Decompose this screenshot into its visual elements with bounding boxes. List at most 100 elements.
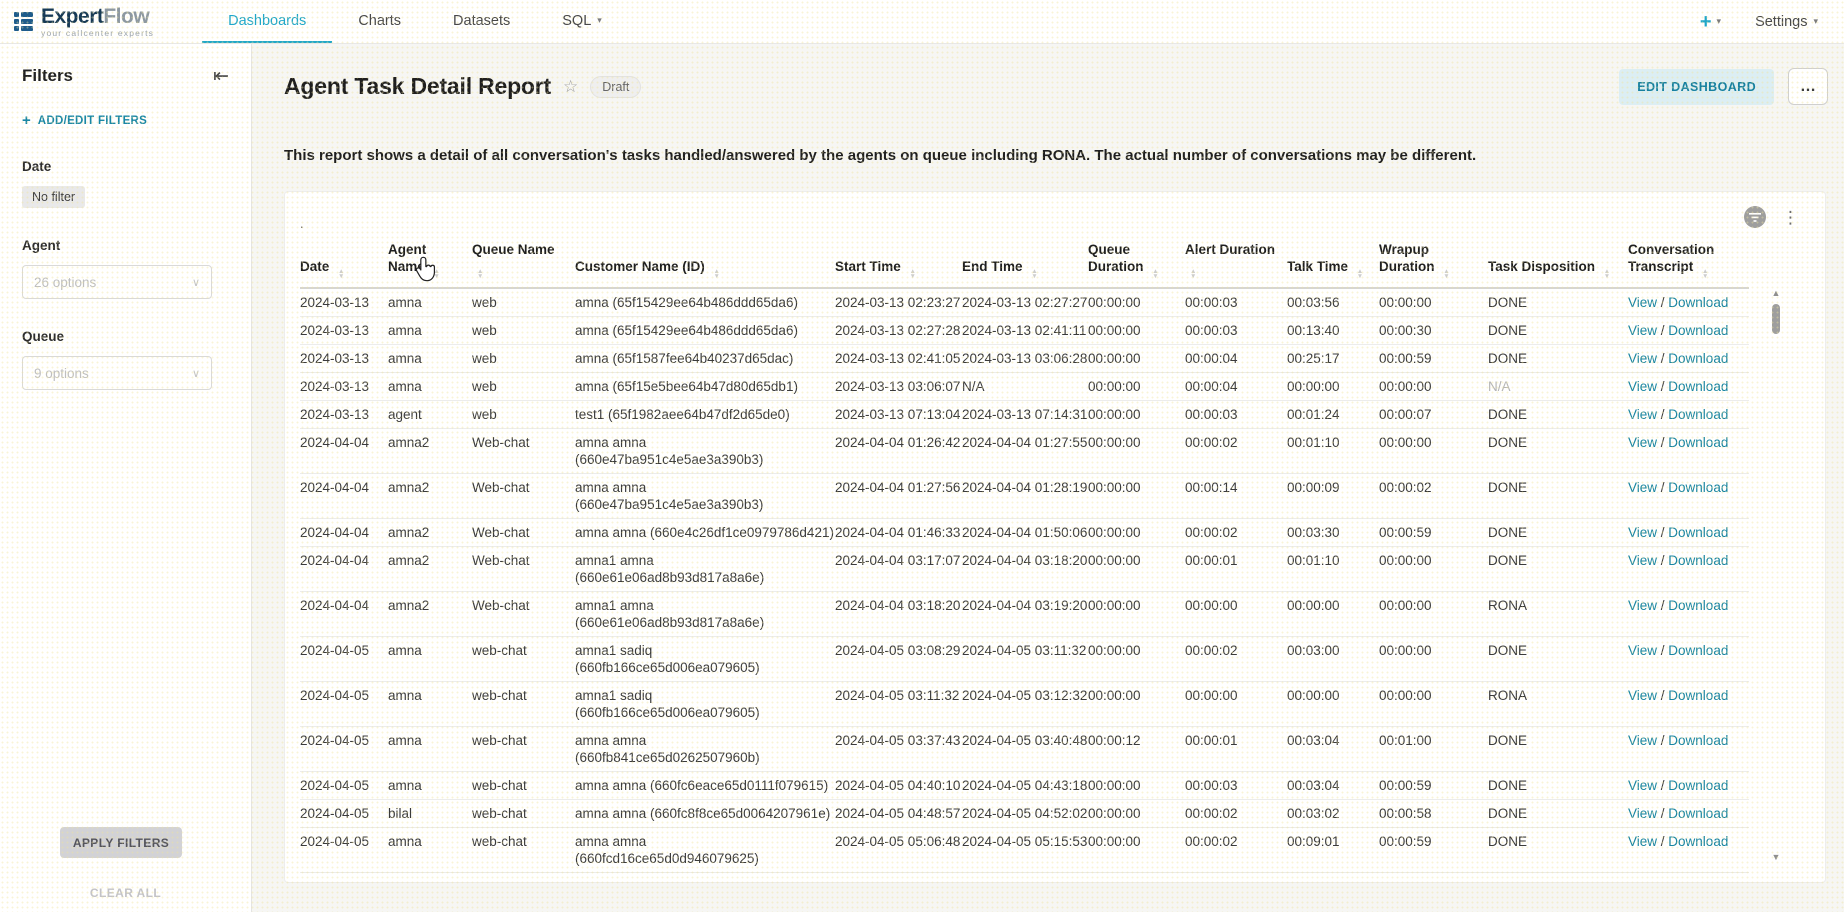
view-transcript-link[interactable]: View xyxy=(1628,323,1657,338)
chart-menu-button[interactable]: ⋮ xyxy=(1782,209,1799,226)
wrapup-duration-cell: 00:00:30 xyxy=(1379,317,1488,345)
apply-filters-button[interactable]: APPLY FILTERS xyxy=(60,827,182,858)
new-item-button[interactable]: + ▾ xyxy=(1700,12,1721,32)
tab-datasets[interactable]: Datasets xyxy=(427,0,536,43)
download-transcript-link[interactable]: Download xyxy=(1668,295,1728,310)
view-transcript-link[interactable]: View xyxy=(1628,733,1657,748)
column-header-queue-duration[interactable]: Queue Duration ▲▼ xyxy=(1088,235,1185,288)
view-transcript-link[interactable]: View xyxy=(1628,598,1657,613)
column-header-alert-duration[interactable]: Alert Duration ▲▼ xyxy=(1185,235,1287,288)
download-transcript-link[interactable]: Download xyxy=(1668,733,1728,748)
download-transcript-link[interactable]: Download xyxy=(1668,407,1728,422)
filter-indicator-icon[interactable] xyxy=(1744,206,1766,228)
column-header-conversation-transcript[interactable]: Conversation Transcript ▲▼ xyxy=(1628,235,1749,288)
column-header-talk-time[interactable]: Talk Time ▲▼ xyxy=(1287,235,1379,288)
download-transcript-link[interactable]: Download xyxy=(1668,323,1728,338)
queue-filter-select[interactable]: 9 options ∨ xyxy=(22,356,212,390)
date-cell: 2024-03-13 xyxy=(300,373,388,401)
start-time-cell: 2024-04-04 03:17:07 xyxy=(835,547,962,592)
agent-filter-select[interactable]: 26 options ∨ xyxy=(22,265,212,299)
view-transcript-link[interactable]: View xyxy=(1628,480,1657,495)
download-transcript-link[interactable]: Download xyxy=(1668,598,1728,613)
column-header-agent-name[interactable]: Agent Name ▲▼ xyxy=(388,235,472,288)
download-transcript-link[interactable]: Download xyxy=(1668,525,1728,540)
download-transcript-link[interactable]: Download xyxy=(1668,379,1728,394)
more-options-button[interactable]: … xyxy=(1788,68,1828,105)
view-transcript-link[interactable]: View xyxy=(1628,379,1657,394)
plus-icon: + xyxy=(22,112,31,129)
view-transcript-link[interactable]: View xyxy=(1628,351,1657,366)
download-transcript-link[interactable]: Download xyxy=(1668,688,1728,703)
download-transcript-link[interactable]: Download xyxy=(1668,351,1728,366)
start-time-cell: 2024-04-05 04:40:10 xyxy=(835,772,962,800)
column-header-date[interactable]: Date ▲▼ xyxy=(300,235,388,288)
customer-cell: amna (65f15e5bee64b47d80d65db1) xyxy=(575,373,835,401)
favorite-star-icon[interactable]: ☆ xyxy=(563,77,578,97)
download-transcript-link[interactable]: Download xyxy=(1668,643,1728,658)
queue-cell: web xyxy=(472,317,575,345)
queue-cell: web xyxy=(472,373,575,401)
date-cell: 2024-04-04 xyxy=(300,592,388,637)
view-transcript-link[interactable]: View xyxy=(1628,407,1657,422)
add-edit-filters-button[interactable]: + ADD/EDIT FILTERS xyxy=(22,112,229,129)
queue-cell: web xyxy=(472,288,575,317)
customer-cell: amna1 sadiq(660fb166ce65d006ea079605) xyxy=(575,637,835,682)
view-transcript-link[interactable]: View xyxy=(1628,688,1657,703)
column-label: Alert Duration xyxy=(1185,242,1275,257)
column-header-start-time[interactable]: Start Time ▲▼ xyxy=(835,235,962,288)
column-header-queue-name[interactable]: Queue Name ▲▼ xyxy=(472,235,575,288)
column-header-wrapup-duration[interactable]: Wrapup Duration ▲▼ xyxy=(1379,235,1488,288)
edit-dashboard-button[interactable]: EDIT DASHBOARD xyxy=(1619,69,1774,105)
view-transcript-link[interactable]: View xyxy=(1628,834,1657,849)
download-transcript-link[interactable]: Download xyxy=(1668,480,1728,495)
view-transcript-link[interactable]: View xyxy=(1628,435,1657,450)
scroll-up-icon[interactable]: ▲ xyxy=(1769,288,1783,298)
dashboard-header: Agent Task Detail Report ☆ Draft EDIT DA… xyxy=(252,44,1844,121)
column-header-customer-name-id[interactable]: Customer Name (ID) ▲▼ xyxy=(575,235,835,288)
download-transcript-link[interactable]: Download xyxy=(1668,435,1728,450)
table-scrollbar[interactable]: ▲ ▼ xyxy=(1769,288,1783,862)
wrapup-duration-cell: 00:00:00 xyxy=(1379,547,1488,592)
wrapup-duration-cell: 00:00:00 xyxy=(1379,288,1488,317)
column-header-task-disposition[interactable]: Task Disposition ▲▼ xyxy=(1488,235,1628,288)
view-transcript-link[interactable]: View xyxy=(1628,643,1657,658)
queue-cell: web-chat xyxy=(472,682,575,727)
start-time-cell: 2024-04-05 05:06:48 xyxy=(835,828,962,873)
download-transcript-link[interactable]: Download xyxy=(1668,778,1728,793)
customer-cell: amna amna(660fb841ce65d0262507960b) xyxy=(575,727,835,772)
talk-time-cell: 00:03:04 xyxy=(1287,727,1379,772)
queue-duration-cell: 00:00:00 xyxy=(1088,288,1185,317)
date-cell: 2024-04-05 xyxy=(300,772,388,800)
view-transcript-link[interactable]: View xyxy=(1628,806,1657,821)
end-time-cell: 2024-04-05 05:15:53 xyxy=(962,828,1088,873)
end-time-cell: N/A xyxy=(962,373,1088,401)
download-transcript-link[interactable]: Download xyxy=(1668,806,1728,821)
collapse-sidebar-icon[interactable]: ⇤ xyxy=(213,67,229,86)
tab-dashboards[interactable]: Dashboards xyxy=(202,0,332,43)
settings-menu[interactable]: Settings ▾ xyxy=(1755,14,1818,30)
scroll-down-icon[interactable]: ▼ xyxy=(1769,852,1783,862)
transcript-cell: View / Download xyxy=(1628,592,1749,637)
view-transcript-link[interactable]: View xyxy=(1628,778,1657,793)
table-row: 2024-03-13amnawebamna (65f15e5bee64b47d8… xyxy=(300,373,1749,401)
alert-duration-cell: 00:00:02 xyxy=(1185,828,1287,873)
start-time-cell: 2024-04-04 01:26:42 xyxy=(835,429,962,474)
sort-icon: ▲▼ xyxy=(1443,269,1449,279)
alert-duration-cell: 00:00:03 xyxy=(1185,401,1287,429)
brand-logo[interactable]: ExpertFlow your callcenter experts xyxy=(14,0,154,43)
view-transcript-link[interactable]: View xyxy=(1628,553,1657,568)
column-label: End Time xyxy=(962,259,1023,274)
tab-charts[interactable]: Charts xyxy=(332,0,427,43)
download-transcript-link[interactable]: Download xyxy=(1668,553,1728,568)
filters-sidebar: Filters ⇤ + ADD/EDIT FILTERS Date No fil… xyxy=(0,44,252,912)
view-transcript-link[interactable]: View xyxy=(1628,295,1657,310)
chevron-down-icon: ▾ xyxy=(1717,16,1722,27)
download-transcript-link[interactable]: Download xyxy=(1668,834,1728,849)
view-transcript-link[interactable]: View xyxy=(1628,525,1657,540)
tab-sql[interactable]: SQL▾ xyxy=(536,0,628,43)
clear-all-button[interactable]: CLEAR ALL xyxy=(0,886,251,900)
scrollbar-thumb[interactable] xyxy=(1772,304,1780,334)
top-nav: ExpertFlow your callcenter experts Dashb… xyxy=(0,0,1844,44)
brand-name-bold: Expert xyxy=(41,5,103,28)
column-header-end-time[interactable]: End Time ▲▼ xyxy=(962,235,1088,288)
